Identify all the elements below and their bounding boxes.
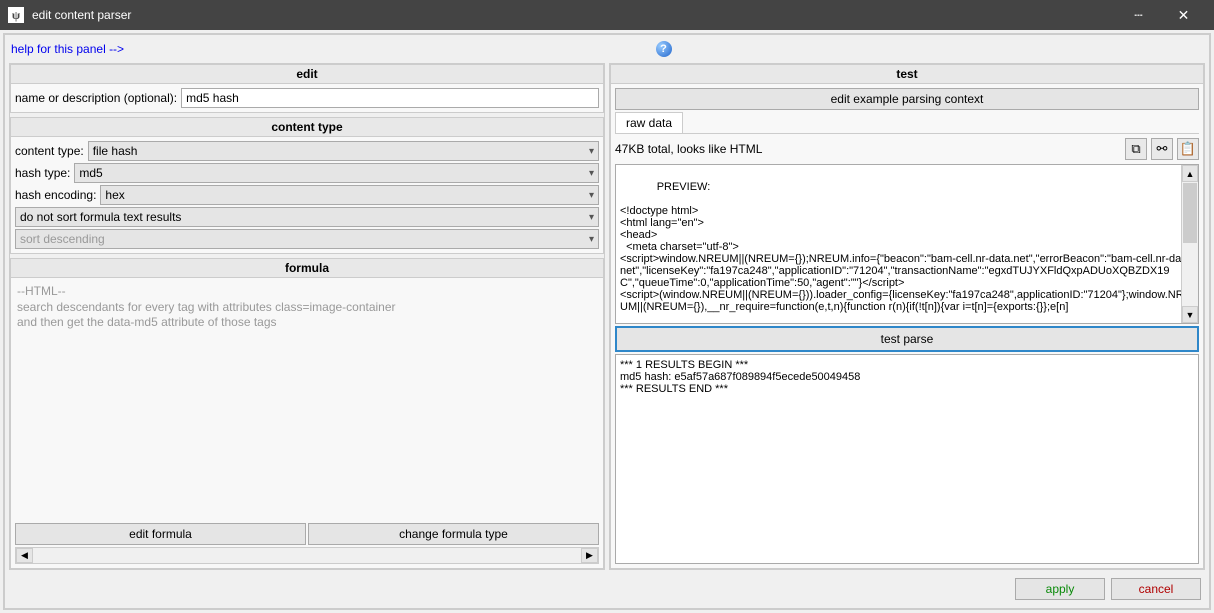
edit-panel: edit name or description (optional):	[10, 64, 604, 113]
link-icon: ⚯	[1157, 141, 1168, 157]
app-icon: ψ	[8, 7, 24, 23]
hash-type-dropdown[interactable]: md5 ▾	[74, 163, 599, 183]
bottom-bar: apply cancel	[7, 572, 1207, 606]
info-icon[interactable]: ?	[656, 41, 672, 57]
clipboard-icon: 📋	[1180, 141, 1196, 157]
scroll-down-icon[interactable]: ▼	[1182, 306, 1198, 323]
preview-text: PREVIEW: <!doctype html> <html lang="en"…	[620, 181, 1194, 313]
scroll-up-icon[interactable]: ▲	[1182, 165, 1198, 182]
copy-button[interactable]: ⧉	[1125, 138, 1147, 160]
content-type-head: content type	[11, 118, 603, 137]
content-type-value: file hash	[93, 144, 138, 158]
help-bar: help for this panel --> ?	[7, 37, 1207, 61]
content-type-dropdown[interactable]: file hash ▾	[88, 141, 599, 161]
scroll-thumb[interactable]	[1183, 183, 1197, 243]
sort-value: do not sort formula text results	[20, 210, 181, 224]
test-head: test	[611, 65, 1203, 84]
titlebar: ψ edit content parser ┄ ✕	[0, 0, 1214, 30]
name-input[interactable]	[181, 88, 599, 108]
copy-icon: ⧉	[1131, 141, 1140, 157]
formula-head: formula	[11, 259, 603, 278]
sort-direction-dropdown: sort descending ▾	[15, 229, 599, 249]
hash-type-value: md5	[79, 166, 102, 180]
formula-panel: formula --HTML-- search descendants for …	[10, 258, 604, 569]
edit-formula-button[interactable]: edit formula	[15, 523, 306, 545]
content-type-label: content type:	[15, 144, 84, 158]
test-parse-button[interactable]: test parse	[615, 326, 1199, 352]
chevron-down-icon: ▾	[589, 168, 594, 179]
status-text: 47KB total, looks like HTML	[615, 142, 1121, 156]
close-button[interactable]: ✕	[1161, 0, 1206, 30]
chevron-down-icon: ▾	[589, 234, 594, 245]
hash-encoding-label: hash encoding:	[15, 188, 96, 202]
tab-strip: raw data	[615, 112, 1199, 134]
scroll-left-icon[interactable]: ◀	[16, 548, 33, 563]
preview-scrollbar[interactable]: ▲ ▼	[1181, 165, 1198, 323]
tab-raw-data[interactable]: raw data	[615, 112, 683, 133]
name-label: name or description (optional):	[15, 91, 177, 105]
window-title: edit content parser	[32, 8, 1116, 22]
hash-type-label: hash type:	[15, 166, 70, 180]
formula-hscroll[interactable]: ◀ ▶	[15, 547, 599, 564]
chevron-down-icon: ▾	[589, 190, 594, 201]
edit-panel-head: edit	[11, 65, 603, 84]
minimize-button[interactable]: ┄	[1116, 0, 1161, 30]
apply-button[interactable]: apply	[1015, 578, 1105, 600]
test-panel: test edit example parsing context raw da…	[610, 64, 1204, 569]
sort-dropdown[interactable]: do not sort formula text results ▾	[15, 207, 599, 227]
hash-encoding-value: hex	[105, 188, 124, 202]
scroll-right-icon[interactable]: ▶	[581, 548, 598, 563]
cancel-button[interactable]: cancel	[1111, 578, 1201, 600]
chevron-down-icon: ▾	[589, 146, 594, 157]
results-box[interactable]: *** 1 RESULTS BEGIN *** md5 hash: e5af57…	[615, 354, 1199, 564]
formula-description: --HTML-- search descendants for every ta…	[15, 282, 599, 521]
hash-encoding-dropdown[interactable]: hex ▾	[100, 185, 599, 205]
chevron-down-icon: ▾	[589, 212, 594, 223]
help-link[interactable]: help for this panel -->	[11, 42, 124, 56]
paste-button[interactable]: 📋	[1177, 138, 1199, 160]
content-type-panel: content type content type: file hash ▾ h…	[10, 117, 604, 254]
link-button[interactable]: ⚯	[1151, 138, 1173, 160]
sort-direction-value: sort descending	[20, 232, 105, 246]
edit-context-button[interactable]: edit example parsing context	[615, 88, 1199, 110]
preview-box[interactable]: PREVIEW: <!doctype html> <html lang="en"…	[615, 164, 1199, 324]
change-formula-type-button[interactable]: change formula type	[308, 523, 599, 545]
